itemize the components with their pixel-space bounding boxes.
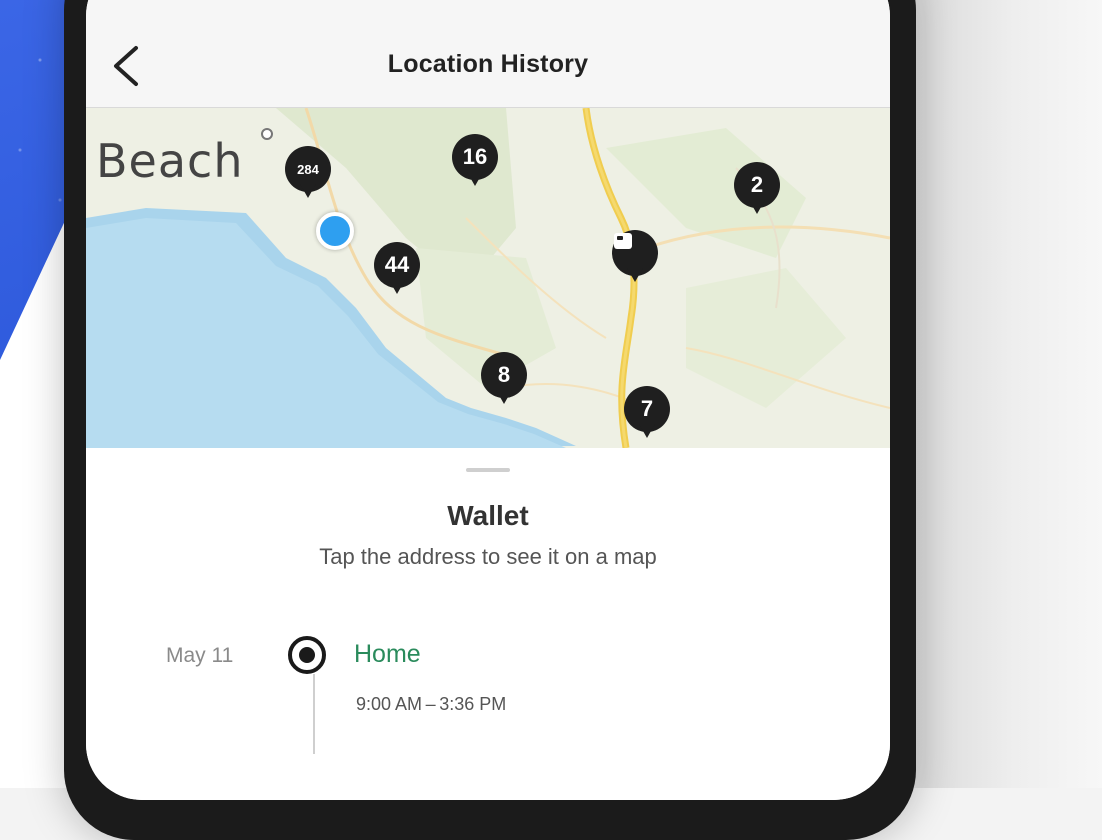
pin-tail [639, 424, 655, 438]
pin-tail [496, 390, 512, 404]
map-pin-cluster[interactable]: 44 [374, 242, 420, 298]
timeline-marker-dot [299, 647, 315, 663]
timeline-line [313, 674, 315, 754]
sheet-title: Wallet [447, 500, 529, 531]
map-pin-cluster[interactable]: 284 [285, 146, 331, 202]
history-time-range: 9:00 AM – 3:36 PM [356, 694, 507, 714]
map-pin-cluster[interactable]: 7 [624, 386, 670, 442]
map-pin-cluster[interactable]: 16 [452, 134, 498, 190]
pin-tail [300, 184, 316, 198]
map-label-marker [261, 128, 273, 140]
timeline-marker [288, 636, 326, 674]
history-date: May 11 [166, 644, 234, 667]
wallet-card-icon [614, 233, 632, 249]
nav-header: Location History [86, 0, 890, 108]
pin-tail [467, 172, 483, 186]
sheet-grabber[interactable] [466, 468, 510, 472]
map-place-label: Beach [96, 134, 244, 188]
page-title: Location History [387, 50, 589, 78]
history-place-link[interactable]: Home [354, 640, 421, 669]
pin-tail [627, 268, 643, 282]
phone-screen: Location History Beach 284 16 2 44 8 7 W… [86, 0, 890, 800]
pin-tail [749, 200, 765, 214]
map-view[interactable]: Beach 284 16 2 44 8 7 [86, 108, 890, 448]
sheet-subtitle: Tap the address to see it on a map [319, 544, 657, 569]
map-pin-device[interactable] [612, 230, 658, 286]
current-location-dot [316, 212, 354, 250]
map-pin-cluster[interactable]: 2 [734, 162, 780, 218]
pin-tail [389, 280, 405, 294]
map-pin-cluster[interactable]: 8 [481, 352, 527, 408]
bottom-sheet: Wallet Tap the address to see it on a ma… [86, 448, 890, 800]
